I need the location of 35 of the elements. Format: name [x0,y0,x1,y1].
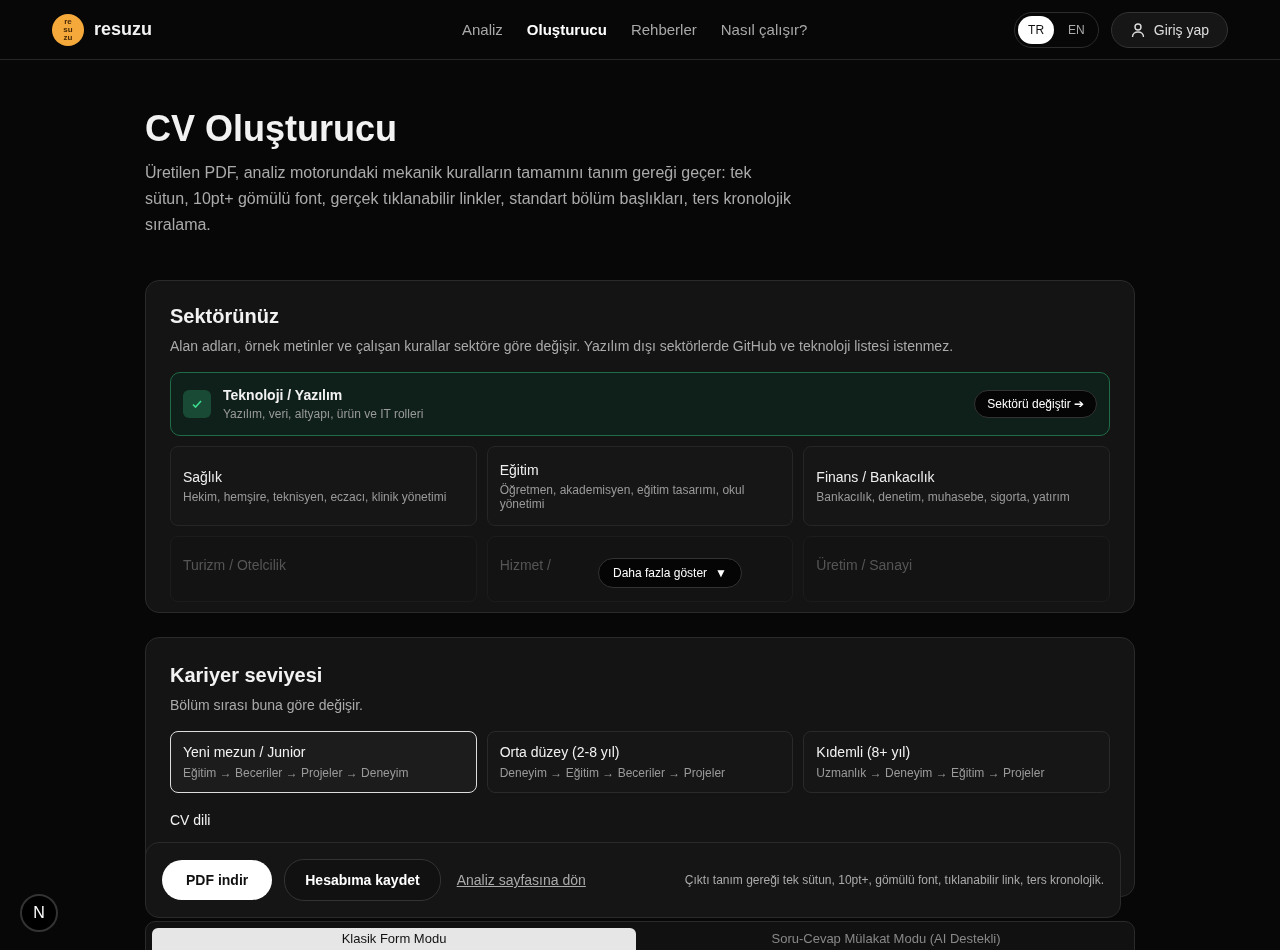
login-button[interactable]: Giriş yap [1110,11,1228,48]
show-more-button[interactable]: Daha fazla göster ▼ [598,558,742,588]
change-sector-button[interactable]: Sektörü değiştir ➔ [974,390,1097,418]
page-title: CV Oluşturucu [145,108,399,150]
language-option[interactable]: TR [1018,15,1055,44]
sector-name: Teknoloji / Yazılım [223,387,344,403]
output-note: Çıktı tanım gereği tek sütun, 10pt+, gömülü font, tıklanabilir link, ters kronolojik. [684,873,1104,887]
career-option[interactable]: Yeni mezun / Junior Eğitim → Beceriler → Projeler → Deneyim [170,731,477,793]
language-option[interactable]: EN [1058,15,1095,44]
nav-link[interactable]: Analiz [462,21,503,38]
field-label: CV dili [170,812,211,828]
nav-link[interactable]: Nasıl çalışır? [720,21,808,38]
section-title: Kariyer seviyesi [170,664,324,687]
sector-option[interactable]: Sağlık Hekim, hemşire, teknisyen, eczacı, klinik yönetimi [170,446,477,526]
download-button[interactable]: PDF indir [162,860,273,900]
logo-icon[interactable]: re su zu [52,13,84,46]
section-description: Bölüm sırası buna göre değişir. [170,697,364,713]
nav-link[interactable]: Oluşturucu [526,21,607,38]
dev-badge[interactable]: N [20,894,58,932]
sector-option[interactable]: Eğitim Öğretmen, akademisyen, eğitim tasarımı, okul yönetimi [486,446,794,526]
user-icon [1129,21,1146,38]
selected-sector[interactable]: Teknoloji / Yazılım Yazılım, veri, altyapı, ürün ve IT rolleri Sektörü değiştir ➔ [170,372,1110,436]
sector-option[interactable]: Finans / Bankacılık Bankacılık, denetim, muhasebe, sigorta, yatırım [803,446,1110,526]
mode-tab[interactable]: Klasik Form Modu [152,928,636,950]
section-description: Alan adları, örnek metinler ve çalışan kurallar sektöre göre değişir. Yazılım dışı sektörlerde GitHub ve teknoloji listesi istenmez. [170,338,955,354]
save-button[interactable]: Hesabıma kaydet [284,859,441,901]
sector-detail: Yazılım, veri, altyapı, ürün ve IT rolleri [223,407,425,421]
brand-name[interactable]: resuzu [94,19,153,40]
mode-tab[interactable]: Soru-Cevap Mülakat Modu (AI Destekli) [644,928,1128,950]
career-option[interactable]: Kıdemli (8+ yıl) Uzmanlık → Deneyim → Eğitim → Projeler [803,731,1110,793]
back-link[interactable]: Analiz sayfasına dön [456,872,586,888]
nav-link[interactable]: Rehberler [630,21,697,38]
section-title: Sektörünüz [170,305,280,328]
career-option[interactable]: Orta düzey (2-8 yıl) Deneyim → Eğitim → Beceriler → Projeler [486,731,794,793]
page-intro: Üretilen PDF, analiz motorundaki mekanik kuralların tamamını tanım gereği geçer: tek sütun, 10pt+ gömülü font, gerçek tıklanabilir linkler, standart bölüm başlıkları, ters kronolojik sıralama. [145,163,793,235]
